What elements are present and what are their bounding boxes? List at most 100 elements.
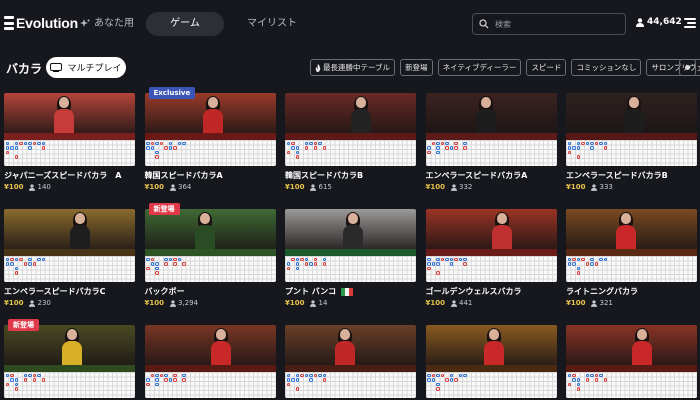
game-title-text: 韓国スピードバカラB xyxy=(285,171,364,180)
roadmap-dot xyxy=(14,141,18,145)
roadmap-dot xyxy=(304,373,308,377)
roadmap-dot xyxy=(585,373,589,377)
game-thumbnail[interactable] xyxy=(285,209,416,282)
game-player-count: 140 xyxy=(29,183,51,191)
game-title[interactable]: 韓国スピードバカラA xyxy=(145,170,223,181)
roadmap-scoreboard xyxy=(285,256,416,282)
filter-chip-new[interactable]: 新登場 xyxy=(400,59,433,76)
roadmap-dot xyxy=(309,262,313,266)
game-player-count-value: 140 xyxy=(37,183,51,191)
roadmap-dot xyxy=(576,146,580,150)
game-player-count-value: 321 xyxy=(599,299,613,307)
game-thumbnail[interactable] xyxy=(425,325,557,398)
game-thumbnail[interactable] xyxy=(4,93,135,166)
roadmap-dot xyxy=(594,262,598,266)
roadmap-dot xyxy=(14,266,18,270)
roadmap-dot xyxy=(313,141,317,145)
game-title[interactable]: エンペラースピードバカラA xyxy=(426,170,528,181)
roadmap-dot xyxy=(28,262,32,266)
nav-games-tab[interactable]: ゲーム xyxy=(146,12,224,36)
roadmap-scoreboard xyxy=(566,256,697,282)
roadmap-dot xyxy=(576,387,580,391)
game-title[interactable]: ゴールデンウェルスバカラ xyxy=(426,286,522,297)
roadmap-dot xyxy=(567,257,571,261)
roadmap-dot xyxy=(431,262,435,266)
dealer-figure xyxy=(70,212,90,249)
game-thumbnail[interactable] xyxy=(425,209,557,282)
search-input[interactable]: 検索 xyxy=(472,13,626,35)
roadmap-dot xyxy=(37,257,41,261)
roadmap-dot xyxy=(291,146,295,150)
min-bet: ¥100 xyxy=(144,183,164,191)
roadmap-dot xyxy=(427,266,431,270)
roadmap-dot xyxy=(28,146,32,150)
game-thumbnail[interactable] xyxy=(425,93,557,166)
roadmap-dot xyxy=(458,373,462,377)
roadmap-dot xyxy=(458,257,462,261)
game-thumbnail[interactable] xyxy=(566,209,697,282)
roadmap-dot xyxy=(304,141,308,145)
roadmap-dot xyxy=(10,146,14,150)
game-thumbnail[interactable] xyxy=(285,93,416,166)
roadmap-dot xyxy=(313,257,317,261)
roadmap-dot xyxy=(431,378,435,382)
game-thumbnail[interactable] xyxy=(4,209,135,282)
dealer-figure xyxy=(202,96,223,133)
roadmap-dot xyxy=(581,257,585,261)
search-placeholder: 検索 xyxy=(495,19,511,29)
roadmap-dot xyxy=(173,262,177,266)
game-thumbnail[interactable] xyxy=(144,93,276,166)
filter-chip-native-dealer[interactable]: ネイティブディーラー xyxy=(437,59,522,76)
section-title: バカラ xyxy=(6,62,43,76)
game-title[interactable]: エンペラースピードバカラC xyxy=(4,286,105,297)
roadmap-dot xyxy=(295,262,299,266)
game-thumbnail[interactable] xyxy=(144,209,276,282)
game-player-count: 230 xyxy=(29,299,51,307)
game-title-text: ライトニングバカラ xyxy=(566,287,638,296)
filter-more-button[interactable] xyxy=(679,59,696,76)
roadmap-dot xyxy=(146,382,150,386)
game-thumbnail[interactable] xyxy=(144,325,276,398)
game-thumbnail[interactable] xyxy=(4,325,135,398)
dealer-figure xyxy=(62,328,82,365)
game-title-text: プント バンコ xyxy=(285,287,337,296)
filter-chip-no-commission[interactable]: コミッションなし xyxy=(571,59,642,76)
filter-chip-hot-streak[interactable]: 最長連勝中テーブル xyxy=(310,59,396,76)
mini-play-button[interactable]: マルチプレイ xyxy=(46,57,126,78)
filter-chip-speed[interactable]: スピード xyxy=(526,59,567,76)
roadmap-dot xyxy=(168,378,172,382)
roadmap-dot xyxy=(168,257,172,261)
menu-icon[interactable] xyxy=(684,18,696,28)
roadmap-dot xyxy=(295,150,299,154)
game-thumbnail[interactable] xyxy=(285,325,416,398)
nav-for-you[interactable]: あなた用 xyxy=(80,12,134,36)
game-title-text: ジャパニーズスピードバカラ A xyxy=(4,171,122,180)
game-title[interactable]: プント バンコ xyxy=(285,286,354,297)
game-title[interactable]: エンペラースピードバカラB xyxy=(566,170,668,181)
roadmap-dot xyxy=(309,378,313,382)
evolution-logo[interactable]: Evolution xyxy=(4,15,78,31)
roadmap-dot xyxy=(10,373,14,377)
game-title[interactable]: ライトニングバカラ xyxy=(566,286,638,297)
roadmap-dot xyxy=(322,373,326,377)
roadmap-dot xyxy=(182,378,186,382)
italy-flag-icon xyxy=(341,287,354,296)
roadmap-dot xyxy=(10,257,14,261)
game-title[interactable]: バックボー xyxy=(145,286,185,297)
roadmap-scoreboard xyxy=(144,140,276,166)
min-bet: ¥100 xyxy=(425,183,445,191)
game-thumbnail[interactable] xyxy=(566,325,697,398)
nav-my-list[interactable]: マイリスト xyxy=(242,12,302,36)
roadmap-dot xyxy=(427,257,431,261)
roadmap-dot xyxy=(576,382,580,386)
game-title[interactable]: 韓国スピードバカラB xyxy=(285,170,363,181)
game-thumbnail[interactable] xyxy=(566,93,697,166)
roadmap-dot xyxy=(177,257,181,261)
game-player-count: 332 xyxy=(450,183,472,191)
roadmap-dot xyxy=(572,257,576,261)
roadmap-dot xyxy=(576,266,580,270)
roadmap-dot xyxy=(164,262,168,266)
game-title[interactable]: ジャパニーズスピードバカラ A xyxy=(4,170,121,181)
roadmap-dot xyxy=(291,141,295,145)
roadmap-dot xyxy=(14,271,18,275)
